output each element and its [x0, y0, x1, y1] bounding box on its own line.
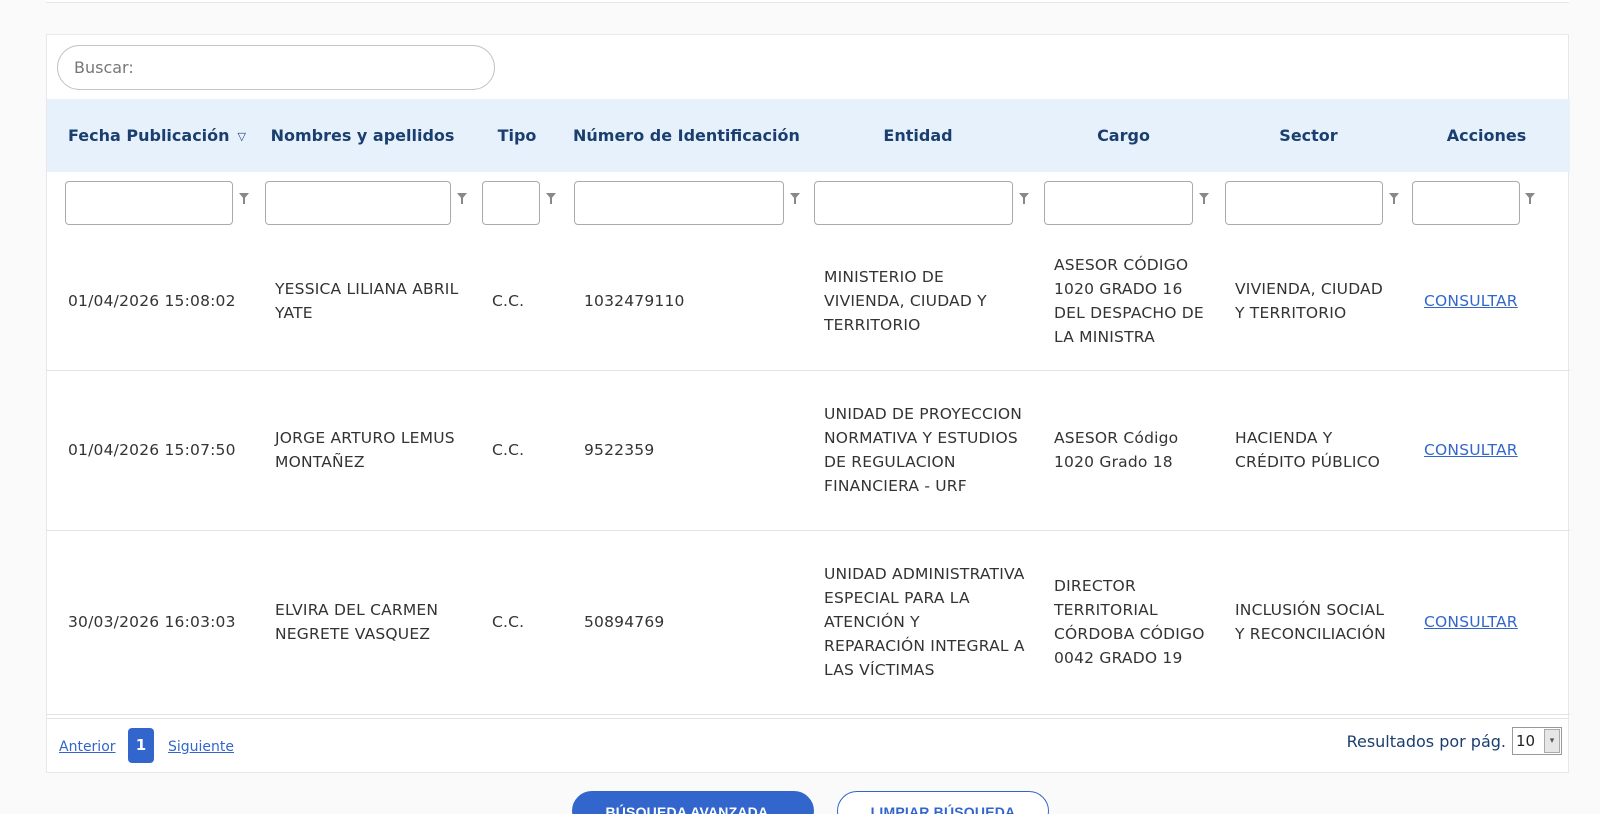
cell-sector: VIVIENDA, CIUDAD Y TERRITORIO — [1235, 279, 1383, 322]
column-header-sector[interactable]: Sector — [1214, 99, 1403, 172]
column-header-entidad[interactable]: Entidad — [803, 99, 1033, 172]
consultar-link[interactable]: CONSULTAR — [1424, 613, 1518, 631]
cell-fecha: 30/03/2026 16:03:03 — [68, 613, 236, 631]
cell-nombres: ELVIRA DEL CARMEN NEGRETE VASQUEZ — [275, 601, 439, 643]
search-bar — [47, 35, 1568, 99]
header-row: Fecha Publicación ▽ Nombres y apellidos T… — [47, 99, 1570, 172]
column-header-nombres[interactable]: Nombres y apellidos — [254, 99, 471, 172]
cell-numero: 9522359 — [584, 441, 655, 459]
cell-cargo: DIRECTOR TERRITORIAL CÓRDOBA CÓDIGO 0042… — [1054, 577, 1205, 667]
results-panel: Fecha Publicación▽ Nombres y apellidos T… — [46, 34, 1570, 773]
current-page-button[interactable]: 1 — [128, 728, 154, 763]
cell-sector: HACIENDA Y CRÉDITO PÚBLICO — [1235, 429, 1381, 471]
cell-cargo: ASESOR CÓDIGO 1020 GRADO 16 DEL DESPACHO… — [1054, 255, 1204, 346]
filter-icon[interactable] — [546, 193, 556, 205]
cell-entidad: UNIDAD DE PROYECCION NORMATIVA Y ESTUDIO… — [824, 405, 1023, 495]
cell-entidad: UNIDAD ADMINISTRATIVA ESPECIAL PARA LA A… — [824, 565, 1025, 679]
column-header-cargo[interactable]: Cargo — [1033, 99, 1214, 172]
filter-input-tipo[interactable] — [482, 181, 540, 225]
cell-numero: 1032479110 — [584, 291, 685, 310]
column-header-fecha[interactable]: Fecha Publicación ▽ — [47, 99, 254, 172]
consultar-link[interactable]: CONSULTAR — [1424, 441, 1518, 459]
prev-page-link[interactable]: Anterior — [59, 739, 116, 755]
filter-input-acciones[interactable] — [1412, 181, 1520, 225]
consultar-link[interactable]: CONSULTAR — [1424, 292, 1518, 310]
clear-search-button[interactable]: LIMPIAR BÚSQUEDA — [837, 791, 1049, 814]
filter-input-nombres[interactable] — [265, 181, 451, 225]
chevron-down-icon[interactable]: ▾ — [1544, 729, 1560, 753]
cell-nombres: YESSICA LILIANA ABRIL YATE — [275, 279, 459, 322]
cell-tipo: C.C. — [492, 441, 525, 459]
cell-tipo: C.C. — [492, 291, 525, 310]
column-header-numero[interactable]: Número de Identificación — [563, 99, 803, 172]
cell-numero: 50894769 — [584, 613, 665, 631]
table-row: 01/04/2026 15:07:50 JORGE ARTURO LEMUS M… — [47, 370, 1570, 530]
pagination-bar: Anterior 1 Siguiente Resultados por pág.… — [47, 718, 1568, 772]
filter-input-cargo[interactable] — [1044, 181, 1193, 225]
filter-icon[interactable] — [1199, 193, 1209, 205]
cell-fecha: 01/04/2026 15:07:50 — [68, 441, 236, 459]
results-table: Fecha Publicación ▽ Nombres y apellidos T… — [47, 99, 1570, 715]
filter-input-numero[interactable] — [574, 181, 784, 225]
filter-icon[interactable] — [239, 193, 249, 205]
column-header-tipo[interactable]: Tipo — [471, 99, 563, 172]
results-per-page-label: Resultados por pág. — [1346, 732, 1506, 751]
cell-fecha: 01/04/2026 15:08:02 — [68, 291, 236, 310]
sort-desc-icon[interactable]: ▽ — [238, 130, 246, 143]
next-page-link[interactable]: Siguiente — [168, 739, 234, 755]
filter-input-entidad[interactable] — [814, 181, 1013, 225]
filter-icon[interactable] — [1019, 193, 1029, 205]
column-header-acciones: Acciones — [1403, 99, 1570, 172]
filter-icon[interactable] — [457, 193, 467, 205]
filter-row — [47, 172, 1570, 232]
advanced-search-button[interactable]: BÚSQUEDA AVANZADA... — [572, 791, 814, 814]
filter-icon[interactable] — [1389, 193, 1399, 205]
filter-input-fecha[interactable] — [65, 181, 233, 225]
cell-cargo: ASESOR Código 1020 Grado 18 — [1054, 429, 1179, 471]
results-per-page-select[interactable]: 10 ▾ — [1512, 727, 1562, 755]
table-row: 01/04/2026 15:08:02 YESSICA LILIANA ABRI… — [47, 232, 1570, 370]
search-input[interactable] — [57, 45, 495, 90]
filter-input-sector[interactable] — [1225, 181, 1383, 225]
filter-icon[interactable] — [1525, 193, 1535, 205]
table-row: 30/03/2026 16:03:03 ELVIRA DEL CARMEN NE… — [47, 530, 1570, 714]
cell-nombres: JORGE ARTURO LEMUS MONTAÑEZ — [275, 429, 455, 471]
cell-entidad: MINISTERIO DE VIVIENDA, CIUDAD Y TERRITO… — [824, 267, 987, 334]
filter-icon[interactable] — [790, 193, 800, 205]
top-panel-edge — [46, 0, 1569, 3]
cell-sector: INCLUSIÓN SOCIAL Y RECONCILIACIÓN — [1235, 601, 1386, 643]
cell-tipo: C.C. — [492, 613, 525, 631]
